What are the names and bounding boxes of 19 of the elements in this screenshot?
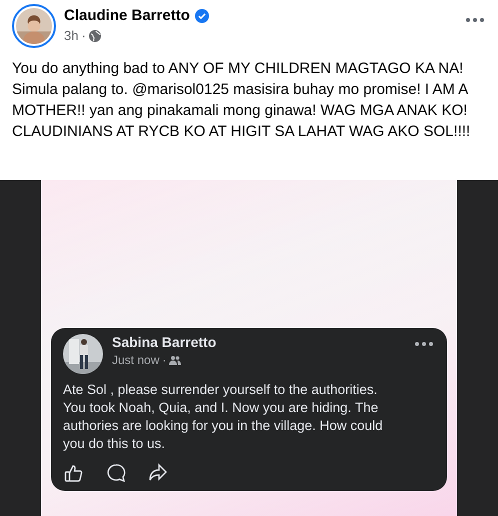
post-text-line: Simula palang to. @marisol0125 masisira buhay mo promise! I AM A <box>12 80 470 100</box>
separator: · <box>81 28 86 43</box>
author-name[interactable]: Claudine Barretto <box>64 7 190 24</box>
comment-icon[interactable] <box>106 463 126 483</box>
separator: · <box>162 353 166 367</box>
embedded-post-text-line: authories are looking for you in the village. How could <box>63 417 384 435</box>
post-text-line: CLAUDINIANS AT RYCB KO AT HIGIT SA LAHAT WAG AKO SOL!!!! <box>12 122 472 142</box>
embedded-post-text-line: Ate Sol , please surrender yourself to the authorities. <box>63 381 378 399</box>
friends-icon <box>169 355 182 365</box>
share-icon[interactable] <box>148 463 168 483</box>
embedded-post-text-line: you do this to us. <box>63 435 166 453</box>
like-icon[interactable] <box>64 463 84 483</box>
globe-icon <box>88 30 101 42</box>
post-text-line: MOTHER!! yan ang pinakamali mong ginawa! WAG MGA ANAK KO! <box>12 101 468 121</box>
embedded-post-time: Just now <box>112 353 160 367</box>
post-time[interactable]: 3h <box>64 28 78 43</box>
embedded-author-name: Sabina Barretto <box>112 334 216 350</box>
post-text-line: You do anything bad to ANY OF MY CHILDREN MAGTAGO KA NA! <box>12 59 464 79</box>
embedded-post-text-line: You took Noah, Quia, and I. Now you are hiding. The <box>63 399 380 417</box>
